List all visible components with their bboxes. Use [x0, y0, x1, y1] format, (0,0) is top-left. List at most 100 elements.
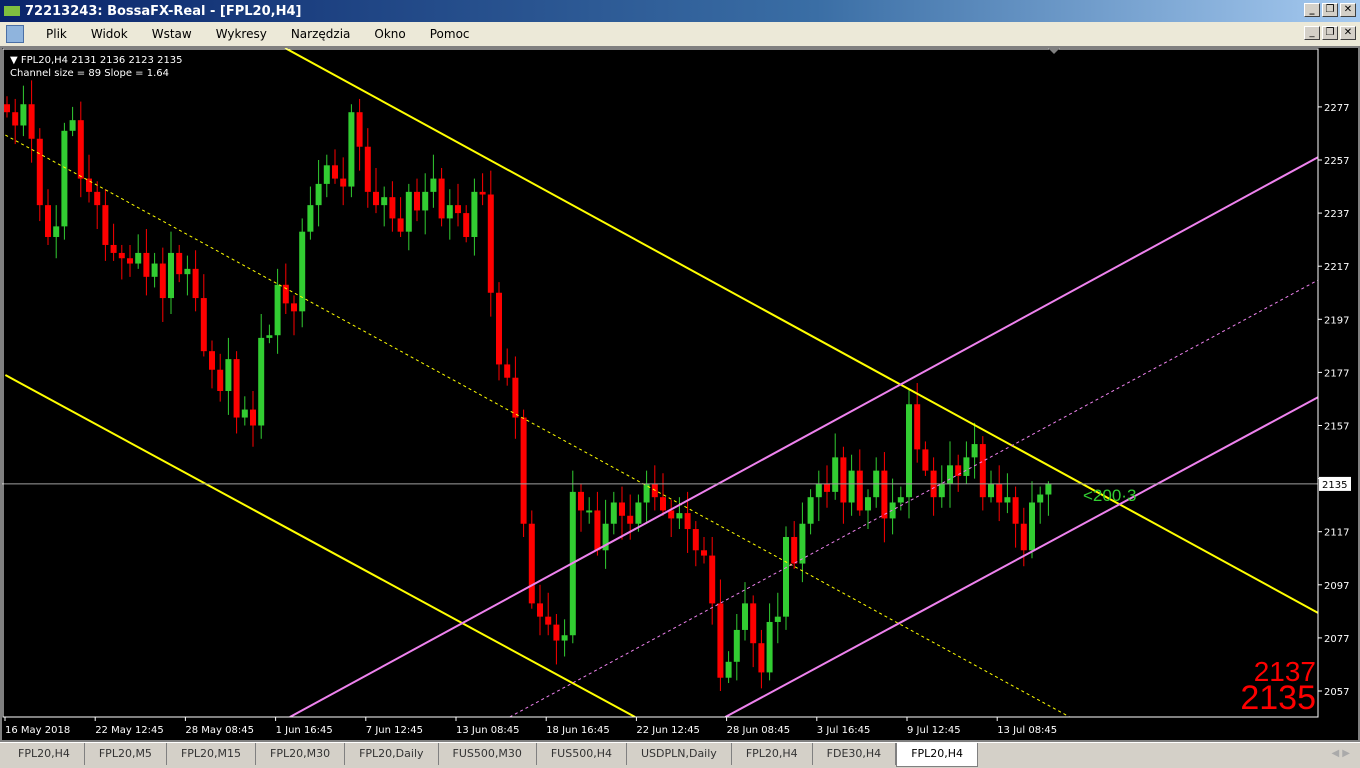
candle-body [627, 515, 634, 524]
tab-fpl20-h4[interactable]: FPL20,H4 [732, 743, 813, 765]
candle-body [135, 252, 142, 264]
candle-body [947, 465, 953, 484]
candle-body [291, 303, 297, 312]
candle-body [963, 457, 970, 476]
candle-body [496, 292, 502, 365]
candle-body [4, 104, 10, 113]
candle-body [619, 502, 625, 516]
candle-body [356, 112, 363, 147]
tab-fus500-m30[interactable]: FUS500,M30 [439, 743, 537, 765]
candle-body [832, 457, 839, 492]
candle-body [479, 191, 486, 195]
candle-body [487, 194, 494, 293]
tab-fpl20-daily[interactable]: FPL20,Daily [345, 743, 439, 765]
tab-fpl20-h4[interactable]: FPL20,H4 [4, 743, 85, 765]
chart-minimize-button[interactable]: _ [1304, 26, 1320, 40]
candle-body [807, 497, 814, 524]
candle-body [455, 205, 461, 214]
candle-body [840, 457, 847, 503]
tab-usdpln-daily[interactable]: USDPLN,Daily [627, 743, 732, 765]
x-tick-label: 1 Jun 16:45 [276, 725, 333, 736]
channel-annotation: <200·3 [1083, 486, 1136, 505]
tab-fpl20-m15[interactable]: FPL20,M15 [167, 743, 257, 765]
menu-wstaw[interactable]: Wstaw [140, 27, 204, 41]
close-button[interactable]: ✕ [1340, 3, 1356, 17]
chart-window-icon[interactable] [6, 25, 24, 43]
candle-body [783, 537, 789, 617]
y-tick-label: 2077 [1324, 634, 1349, 645]
minimize-button[interactable]: _ [1304, 3, 1320, 17]
candle-body [127, 258, 133, 264]
candle-body [520, 417, 527, 524]
price-chart[interactable]: <200·32137213522772257223722172197217721… [2, 48, 1358, 740]
menu-pomoc[interactable]: Pomoc [418, 27, 482, 41]
candle-body [774, 616, 781, 622]
candle-body [250, 409, 256, 426]
candle-body [471, 191, 478, 237]
restore-button[interactable]: ❐ [1322, 3, 1338, 17]
candle-body [758, 643, 765, 673]
x-tick-label: 16 May 2018 [5, 725, 70, 736]
candle-body [996, 483, 1003, 503]
candle-body [635, 502, 642, 524]
candle-body [422, 191, 429, 211]
candle-body [504, 364, 511, 378]
tab-scroll-arrows[interactable]: ◀ ▶ [1331, 748, 1350, 759]
bid-price-label: 2135 [1240, 679, 1316, 717]
candle-body [709, 555, 716, 604]
menu-plik[interactable]: Plik [34, 27, 79, 41]
menu-wykresy[interactable]: Wykresy [204, 27, 279, 41]
tab-fpl20-m5[interactable]: FPL20,M5 [85, 743, 167, 765]
x-tick-label: 18 Jun 16:45 [546, 725, 610, 736]
candle-body [110, 244, 117, 253]
candle-body [340, 178, 347, 187]
tab-fde30-h4[interactable]: FDE30,H4 [813, 743, 897, 765]
candle-body [906, 404, 912, 498]
candle-body [446, 205, 453, 219]
candle-body [307, 205, 314, 232]
candle-body [512, 377, 519, 418]
candle-body [20, 104, 27, 126]
candle-body [53, 226, 60, 237]
chart-tabs: FPL20,H4 FPL20,M5 FPL20,M15 FPL20,M30 FPL20,… [0, 742, 1360, 768]
tab-fpl20-h4[interactable]: FPL20,H4 [896, 743, 979, 767]
tab-fpl20-m30[interactable]: FPL20,M30 [256, 743, 346, 765]
candle-body [660, 497, 666, 511]
menu-okno[interactable]: Okno [362, 27, 417, 41]
candle-body [1012, 497, 1019, 524]
candle-body [414, 191, 420, 211]
candle-body [389, 197, 396, 219]
collapse-triangle-icon[interactable]: ▼ [10, 55, 21, 66]
candle-body [586, 510, 593, 513]
candle-body [69, 120, 76, 131]
chart-restore-button[interactable]: ❐ [1322, 26, 1338, 40]
candle-body [397, 218, 404, 232]
tab-fus500-h4[interactable]: FUS500,H4 [537, 743, 627, 765]
candle-body [979, 444, 986, 498]
candle-body [988, 483, 994, 498]
candle-body [553, 624, 560, 641]
candle-body [1020, 523, 1027, 551]
candle-body [1029, 502, 1035, 551]
candle-body [405, 191, 412, 232]
candle-body [315, 183, 322, 206]
chart-window[interactable]: <200·3 2137 2135 2277 2257 2237 2217 2197 2177 21… [0, 46, 1360, 742]
menu-narzedzia[interactable]: Narzędzia [279, 27, 363, 41]
candle-body [750, 603, 757, 644]
yellow-channel-lower [4, 374, 636, 717]
chart-info: ▼ FPL20,H4 2131 2136 2123 2135 Channel s… [10, 54, 183, 80]
x-tick-label: 13 Jul 08:45 [997, 725, 1057, 736]
candle-body [791, 537, 798, 564]
menu-widok[interactable]: Widok [79, 27, 140, 41]
chart-close-button[interactable]: ✕ [1340, 26, 1356, 40]
candle-body [274, 284, 281, 336]
candle-body [225, 359, 232, 391]
channel-info: Channel size = 89 Slope = 1.64 [10, 68, 170, 79]
candle-body [45, 205, 51, 237]
candle-body [766, 621, 773, 673]
pink-channel-middle [509, 279, 1318, 717]
candle-body [241, 409, 248, 418]
candle-body [430, 178, 437, 192]
candle-body [168, 252, 174, 299]
candle-body [36, 138, 43, 206]
